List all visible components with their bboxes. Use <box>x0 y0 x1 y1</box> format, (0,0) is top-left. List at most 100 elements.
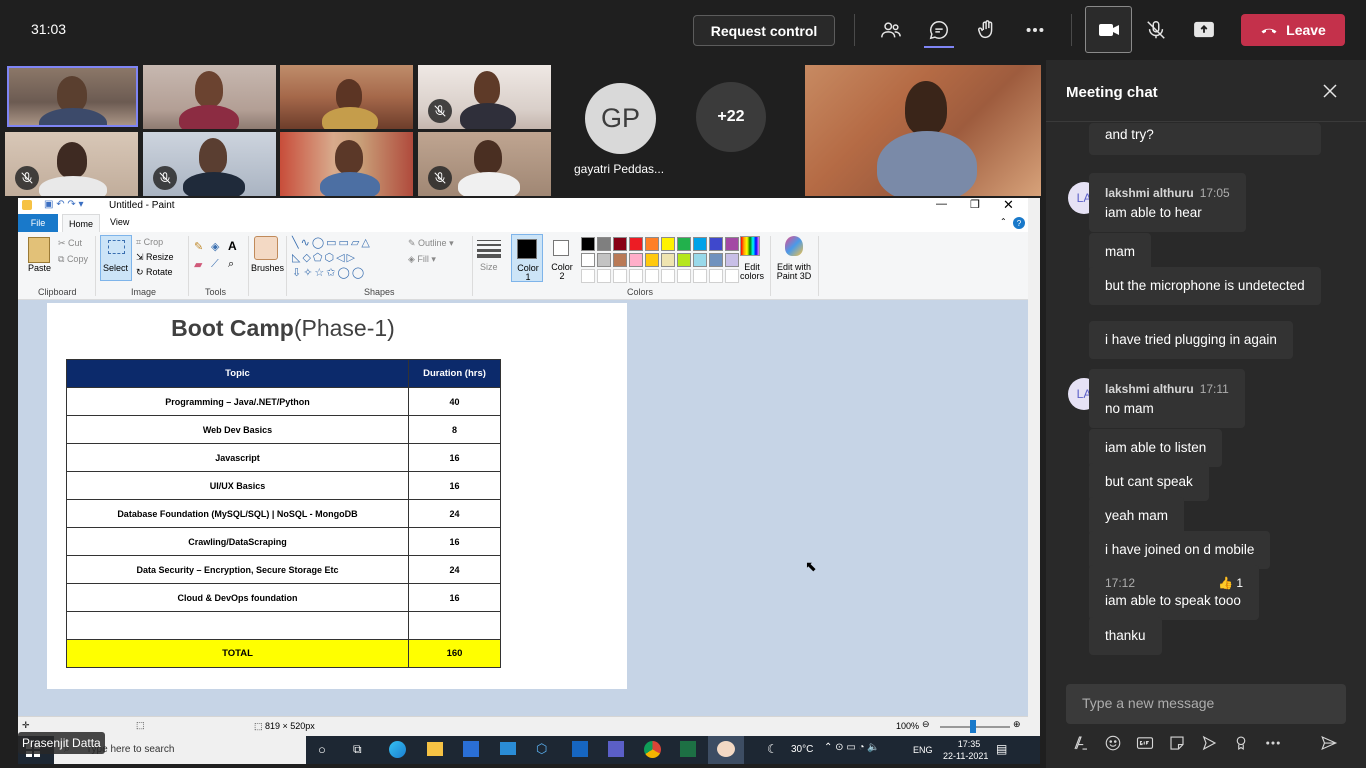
color-picker-icon[interactable]: ⟋ <box>211 258 219 271</box>
tray-icons[interactable]: ⌃ ⊙ ▭ ◔ 🔈 <box>824 742 880 753</box>
paste-icon[interactable] <box>28 237 50 263</box>
participant-video[interactable] <box>418 132 551 196</box>
raise-hand-icon[interactable] <box>972 15 1002 45</box>
text-tool-icon[interactable]: A <box>228 239 237 253</box>
send-icon[interactable] <box>1320 734 1340 754</box>
paint3d-icon[interactable] <box>785 236 803 256</box>
format-icon[interactable] <box>1072 734 1092 754</box>
edit-colors-button[interactable]: Edit colors <box>736 263 768 281</box>
select-button[interactable]: Select <box>100 235 132 281</box>
edge-icon[interactable] <box>389 741 406 758</box>
help-icon[interactable]: ? <box>1013 217 1025 229</box>
color-swatch[interactable] <box>597 269 611 283</box>
color-swatch[interactable] <box>645 237 659 251</box>
size-icon[interactable] <box>477 236 501 258</box>
fill-bucket-icon[interactable]: ◈ <box>211 240 219 253</box>
paint-taskbar-active[interactable] <box>708 736 744 764</box>
paste-button[interactable]: Paste <box>28 263 51 273</box>
participant-video[interactable] <box>418 65 551 129</box>
mail-icon[interactable] <box>500 742 516 755</box>
share-screen-icon[interactable] <box>1189 15 1219 45</box>
participant-video[interactable] <box>5 132 138 196</box>
copy-button[interactable]: ⧉ Copy <box>58 254 88 265</box>
tab-home[interactable]: Home <box>62 214 100 232</box>
zoom-out-icon[interactable]: ⊖ <box>922 719 930 730</box>
color-swatch[interactable] <box>645 253 659 267</box>
color-swatch[interactable] <box>629 237 643 251</box>
fill-button[interactable]: ◈ Fill ▾ <box>408 254 436 265</box>
crop-button[interactable]: ⌗ Crop <box>136 237 163 248</box>
participant-avatar[interactable]: GP <box>585 83 656 154</box>
color-palette[interactable] <box>581 237 741 283</box>
color-swatch[interactable] <box>709 237 723 251</box>
color-swatch[interactable] <box>613 253 627 267</box>
outline-button[interactable]: ✎ Outline ▾ <box>408 238 454 249</box>
participants-icon[interactable] <box>876 15 906 45</box>
color-swatch[interactable] <box>661 269 675 283</box>
praise-icon[interactable] <box>1232 734 1252 754</box>
color-swatch[interactable] <box>581 237 595 251</box>
more-compose-options-icon[interactable] <box>1264 734 1284 754</box>
collapse-ribbon-icon[interactable]: ⌃ <box>1000 217 1007 226</box>
color-swatch[interactable] <box>677 253 691 267</box>
weather-icon[interactable]: ☾ <box>767 742 778 756</box>
taskbar-date[interactable]: 22-11-2021 <box>943 751 988 761</box>
minimize-icon[interactable]: — <box>936 198 947 210</box>
color-swatch[interactable] <box>693 253 707 267</box>
close-chat-icon[interactable] <box>1321 82 1339 100</box>
teams-icon[interactable] <box>608 741 624 757</box>
language-indicator[interactable]: ENG <box>913 745 933 755</box>
color-swatch[interactable] <box>597 237 611 251</box>
rotate-button[interactable]: ↻ Rotate <box>136 267 173 278</box>
paint3d-button[interactable]: Edit with Paint 3D <box>775 263 813 281</box>
notifications-icon[interactable]: ▤ <box>996 742 1007 756</box>
vscode-icon[interactable]: ⬡ <box>536 741 547 757</box>
color-swatch[interactable] <box>661 237 675 251</box>
file-explorer-icon[interactable] <box>427 742 443 756</box>
request-control-button[interactable]: Request control <box>693 15 835 46</box>
color-swatch[interactable] <box>613 269 627 283</box>
color-swatch[interactable] <box>709 253 723 267</box>
leave-button[interactable]: Leave <box>1241 14 1345 46</box>
taskbar-time[interactable]: 17:35 <box>952 739 986 749</box>
emoji-icon[interactable] <box>1104 734 1124 754</box>
color-swatch[interactable] <box>661 253 675 267</box>
shapes-gallery[interactable]: ╲∿◯▭▭▱△ ◺◇⬠⬡◁▷ ⇩✧☆✩◯◯ <box>292 236 402 282</box>
resize-button[interactable]: ⇲ Resize <box>136 252 174 263</box>
color-swatch[interactable] <box>581 253 595 267</box>
participant-video[interactable] <box>143 65 276 129</box>
participant-video[interactable] <box>280 65 413 129</box>
reaction-badge[interactable]: 👍 1 <box>1218 573 1243 593</box>
participant-video[interactable] <box>7 66 138 127</box>
mic-muted-icon[interactable] <box>1141 15 1171 45</box>
color2-button[interactable]: Color 2 <box>546 234 578 282</box>
tab-file[interactable]: File <box>18 214 58 232</box>
sticker-icon[interactable] <box>1168 734 1188 754</box>
brushes-icon[interactable] <box>254 236 278 260</box>
color-swatch[interactable] <box>597 253 611 267</box>
eraser-icon[interactable]: ▰ <box>194 258 202 271</box>
color-swatch[interactable] <box>629 253 643 267</box>
chrome-icon[interactable] <box>644 741 661 758</box>
color-swatch[interactable] <box>677 269 691 283</box>
color1-button[interactable]: Color 1 <box>511 234 543 282</box>
zoom-slider-handle[interactable] <box>970 720 976 733</box>
chat-icon[interactable] <box>924 15 954 45</box>
color-swatch[interactable] <box>645 269 659 283</box>
size-button[interactable]: Size <box>480 262 498 272</box>
color-swatch[interactable] <box>693 237 707 251</box>
participant-video[interactable] <box>280 132 413 196</box>
more-participants-button[interactable]: +22 <box>696 82 766 152</box>
close-window-icon[interactable]: ✕ <box>1003 198 1014 213</box>
brushes-button[interactable]: Brushes <box>251 263 284 273</box>
participant-video-large[interactable] <box>805 65 1041 196</box>
edit-colors-icon[interactable] <box>740 236 760 256</box>
color-swatch[interactable] <box>693 269 707 283</box>
tab-view[interactable]: View <box>110 217 129 227</box>
excel-icon[interactable] <box>680 741 696 757</box>
restore-icon[interactable]: ❐ <box>970 198 980 211</box>
color-swatch[interactable] <box>581 269 595 283</box>
meet-now-icon[interactable] <box>1200 734 1220 754</box>
store-icon[interactable] <box>463 741 479 757</box>
color-swatch[interactable] <box>629 269 643 283</box>
